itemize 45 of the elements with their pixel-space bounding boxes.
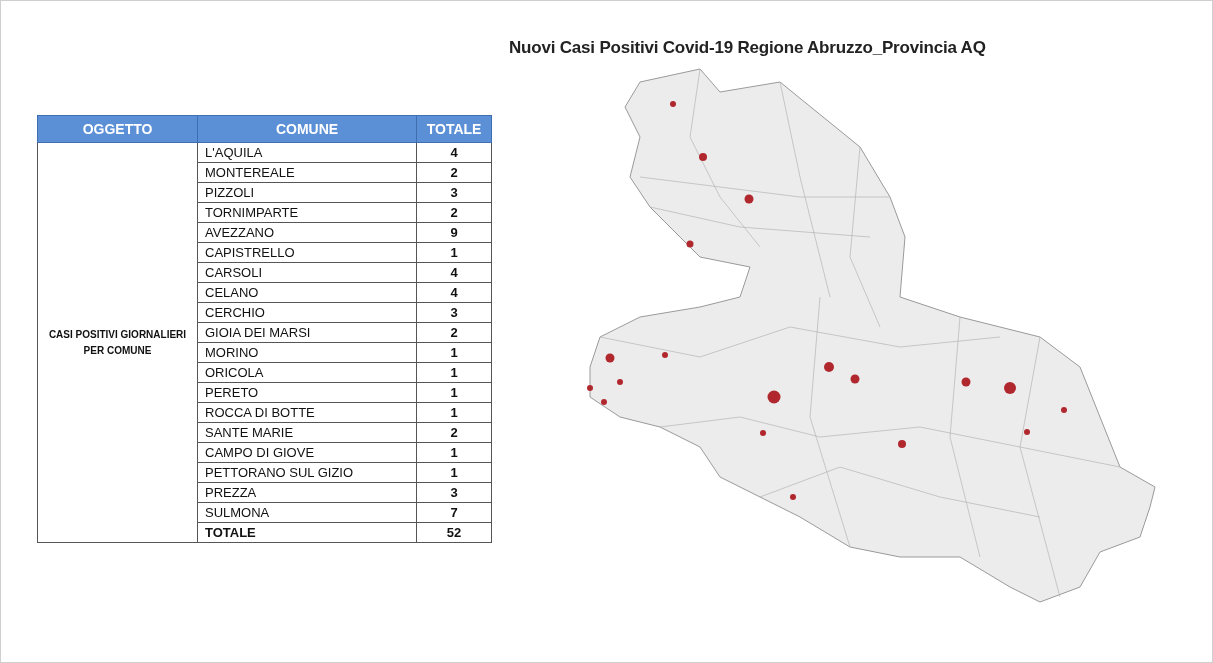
table-cell: 1 [416,442,492,463]
table-cell: TOTALE [197,522,417,543]
table-cell: PETTORANO SUL GIZIO [197,462,417,483]
table-cell: 1 [416,462,492,483]
table-cell: 1 [416,342,492,363]
table-cell: 9 [416,222,492,243]
table-cell: MONTEREALE [197,162,417,183]
table-cell: AVEZZANO [197,222,417,243]
table-cell: ROCCA DI BOTTE [197,402,417,423]
table-cell: 2 [416,322,492,343]
table-cell: L'AQUILA [197,142,417,163]
table-cell: CAPISTRELLO [197,242,417,263]
table-cell: SULMONA [197,502,417,523]
table-cell: CERCHIO [197,302,417,323]
table-cell: 3 [416,182,492,203]
column-header: COMUNE [197,115,417,143]
table-cell: CARSOLI [197,262,417,283]
table-cell: 1 [416,382,492,403]
table-cell: 2 [416,162,492,183]
table-cell: 4 [416,142,492,163]
table-cell: CELANO [197,282,417,303]
table-cell: CASI POSITIVI GIORNALIERI PER COMUNE [37,142,198,543]
table-cell: PIZZOLI [197,182,417,203]
table-cell: 2 [416,422,492,443]
table-cell: 3 [416,302,492,323]
table-cell: PREZZA [197,482,417,503]
table-cell: PERETO [197,382,417,403]
table-cell: 52 [416,522,492,543]
table-cell: GIOIA DEI MARSI [197,322,417,343]
chart-title: Nuovi Casi Positivi Covid-19 Regione Abruzzo_Provincia AQ [509,38,987,58]
column-header: OGGETTO [37,115,198,143]
table-cell: ORICOLA [197,362,417,383]
table-cell: 2 [416,202,492,223]
table-cell: 7 [416,502,492,523]
table-cell: TORNIMPARTE [197,202,417,223]
table-cell: 1 [416,242,492,263]
table-cell: CAMPO DI GIOVE [197,442,417,463]
table-cell: 4 [416,262,492,283]
table-cell: SANTE MARIE [197,422,417,443]
table-cell: 1 [416,362,492,383]
table-cell: MORINO [197,342,417,363]
table-cell: 3 [416,482,492,503]
table-cell: 1 [416,402,492,423]
table-cell: 4 [416,282,492,303]
column-header: TOTALE [416,115,492,143]
